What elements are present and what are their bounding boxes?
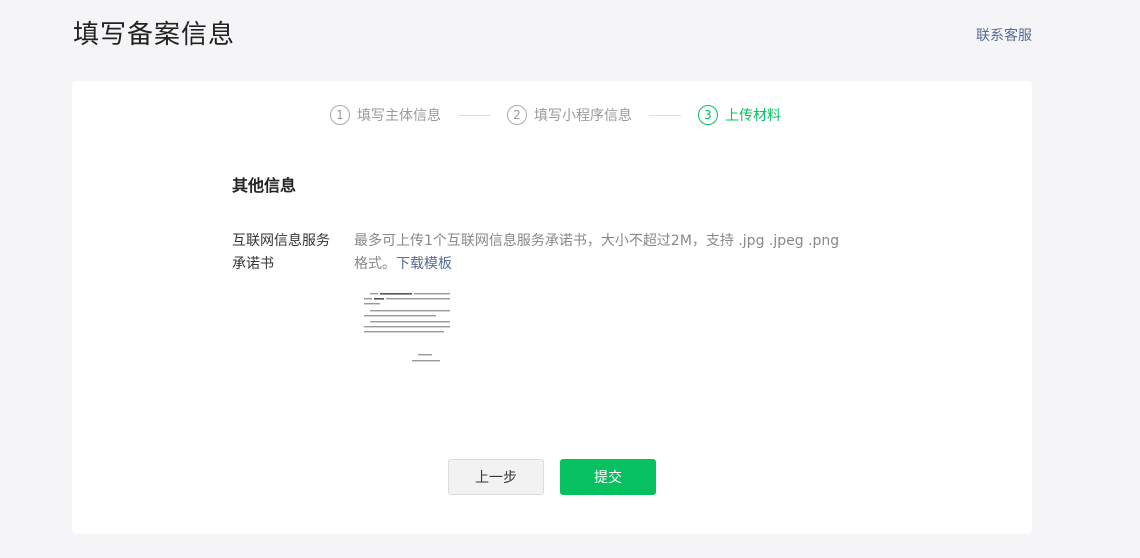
step-2: 2 填写小程序信息 [507, 105, 632, 125]
step-label: 填写小程序信息 [534, 108, 632, 124]
contact-support-link[interactable]: 联系客服 [976, 27, 1032, 45]
uploaded-document-thumbnail[interactable] [358, 290, 456, 372]
step-number-icon: 1 [330, 105, 350, 125]
page-title: 填写备案信息 [73, 20, 236, 50]
step-number-icon: 3 [698, 105, 718, 125]
step-label: 上传材料 [725, 108, 781, 124]
field-description: 最多可上传1个互联网信息服务承诺书，大小不超过2M，支持 .jpg .jpeg … [354, 230, 854, 276]
step-divider [649, 114, 681, 116]
submit-button[interactable]: 提交 [560, 459, 656, 495]
field-label: 互联网信息服务承诺书 [232, 233, 330, 272]
step-1: 1 填写主体信息 [330, 105, 441, 125]
step-number-icon: 2 [507, 105, 527, 125]
step-divider [458, 114, 490, 116]
step-label: 填写主体信息 [357, 108, 441, 124]
step-3: 3 上传材料 [698, 105, 781, 125]
section-title: 其他信息 [232, 176, 297, 195]
download-template-link[interactable]: 下载模板 [396, 256, 452, 272]
progress-steps: 1 填写主体信息 2 填写小程序信息 3 上传材料 [330, 104, 781, 126]
form-card: 1 填写主体信息 2 填写小程序信息 3 上传材料 其他信息 互联网信息服务承诺… [72, 81, 1032, 534]
previous-step-button[interactable]: 上一步 [448, 459, 544, 495]
